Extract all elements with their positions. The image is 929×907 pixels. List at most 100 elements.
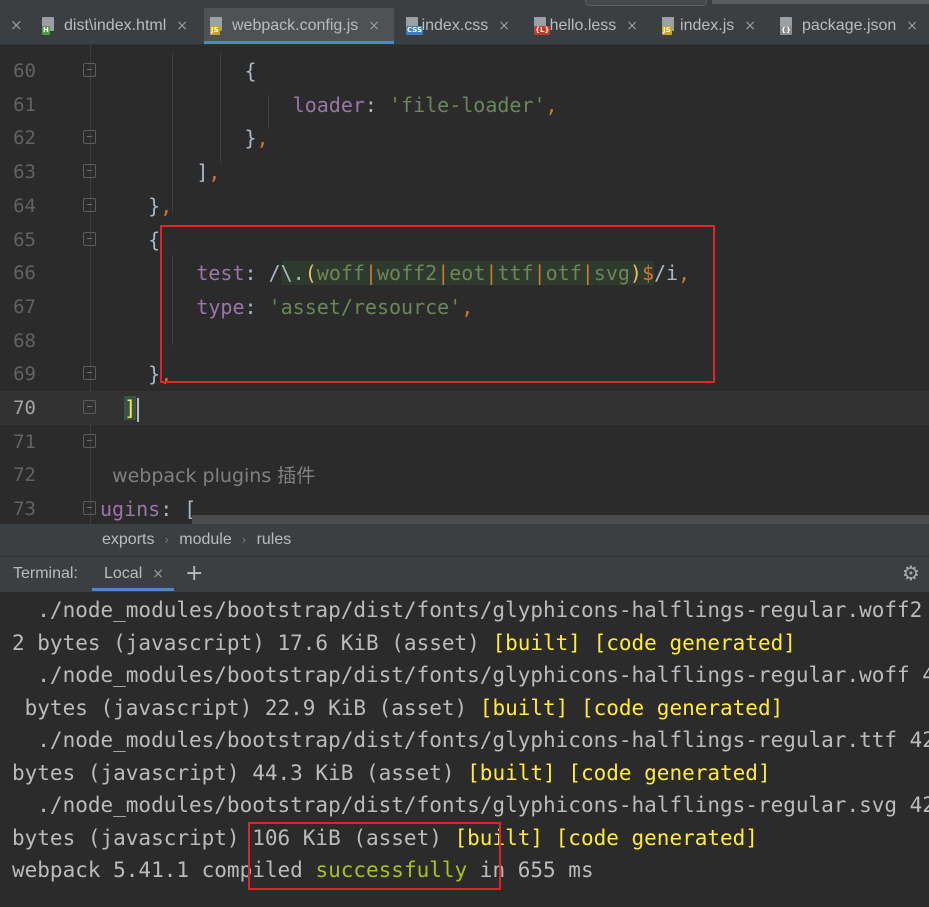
code-text: webpack plugins 插件 (100, 458, 315, 493)
fold-marker-icon[interactable] (83, 130, 96, 145)
chevron-right-icon: › (164, 533, 170, 547)
terminal-line: 2 bytes (javascript) 17.6 KiB (asset) [b… (12, 627, 796, 659)
line-number: 65 (13, 228, 36, 251)
close-icon[interactable]: × (176, 18, 188, 34)
breadcrumb-item[interactable]: exports (102, 531, 154, 549)
code-token: loader (292, 92, 365, 117)
code-line: 70 ] (0, 391, 929, 425)
file-type-badge: JS (662, 26, 672, 35)
gear-icon[interactable]: ⚙ (902, 561, 920, 585)
editor-tab-bar: × Hdist\index.html × JS webpack.config.js × C… (0, 0, 929, 45)
code-text: { (100, 223, 160, 257)
fold-marker-icon[interactable] (83, 366, 96, 381)
tab-webpack-config-js[interactable]: JS webpack.config.js × (204, 8, 394, 44)
tab-label: hello.less (549, 17, 617, 34)
code-text: ugins: [ (100, 492, 196, 524)
file-type-badge: {} (780, 26, 792, 35)
code-token: , (545, 92, 558, 117)
json-file-icon: {} (780, 17, 796, 35)
run-config-selector[interactable] (585, 0, 707, 6)
code-text: loader: 'file-loader', (100, 88, 558, 122)
code-token: 'file-loader' (389, 92, 546, 117)
terminal-line: ./node_modules/bootstrap/dist/fonts/glyp… (12, 724, 929, 756)
fold-marker-icon[interactable] (83, 231, 96, 246)
terminal-line: ./node_modules/bootstrap/dist/fonts/glyp… (12, 594, 929, 626)
code-token: webpack plugins 插件 (100, 465, 316, 488)
file-type-badge: H (42, 26, 50, 35)
fold-marker-icon[interactable] (83, 63, 96, 77)
breadcrumb: exports › module › rules (0, 524, 929, 556)
tab-hello-less[interactable]: {L} hello.less × (528, 8, 638, 44)
code-token: { (100, 227, 161, 252)
file-type-badge: JS (210, 26, 220, 35)
close-icon[interactable]: × (906, 18, 918, 34)
tab-label: package.json (802, 17, 897, 34)
terminal-token: [built] [code generated] (492, 630, 796, 655)
terminal-line: ./node_modules/bootstrap/dist/fonts/glyp… (12, 789, 929, 821)
code-line: 72 webpack plugins 插件 (0, 458, 929, 492)
fold-marker-icon[interactable] (83, 164, 96, 179)
close-icon[interactable]: × (498, 18, 510, 34)
tab-package-json[interactable]: {} package.json × (774, 8, 924, 44)
code-token: { (100, 59, 257, 83)
code-token: , (160, 193, 173, 218)
code-line: 64 }, (0, 189, 929, 223)
code-token: : (364, 92, 389, 117)
code-token: } (100, 193, 161, 218)
terminal-token: [built] [code generated] (479, 695, 784, 720)
line-number: 73 (13, 498, 36, 521)
terminal-token: ./node_modules/bootstrap/dist/fonts/glyp… (12, 793, 929, 817)
line-number: 71 (13, 430, 36, 453)
fold-marker-icon[interactable] (83, 433, 96, 448)
close-icon[interactable]: × (152, 566, 164, 582)
close-icon[interactable]: × (10, 16, 23, 34)
add-terminal-icon[interactable]: + (185, 561, 203, 586)
annotation-box-rule (160, 225, 715, 383)
tab-index-css[interactable]: CSS index.css × (400, 8, 510, 44)
tab-label: dist\index.html (64, 17, 167, 34)
line-number: 68 (13, 329, 36, 352)
line-number: 72 (13, 464, 36, 487)
code-line: 60 { (0, 54, 929, 88)
terminal-token: ./node_modules/bootstrap/dist/fonts/glyp… (12, 728, 929, 752)
text-caret (137, 397, 140, 422)
line-number: 61 (13, 93, 36, 116)
tab-dist-index-html[interactable]: Hdist\index.html × (36, 8, 196, 44)
code-editor[interactable]: 60 {61 loader: 'file-loader', 62 }, 63 ], 6… (0, 45, 929, 524)
code-text: ] (100, 391, 140, 425)
code-line: 61 loader: 'file-loader', (0, 88, 929, 122)
close-icon[interactable]: × (744, 18, 756, 34)
tab-label: index.js (680, 17, 735, 34)
line-number: 69 (13, 363, 36, 386)
file-type-badge: {L} (534, 26, 551, 35)
line-number: 60 (13, 60, 36, 82)
tab-index-js[interactable]: JS index.js × (656, 8, 756, 44)
file-type-badge: CSS (406, 26, 424, 35)
css-file-icon: CSS (406, 17, 424, 35)
fold-marker-icon[interactable] (83, 501, 96, 516)
code-text: { (100, 54, 257, 88)
toolbar-edge (712, 0, 929, 4)
close-icon[interactable]: × (626, 18, 638, 34)
terminal-line: bytes (javascript) 22.9 KiB (asset) [bui… (12, 692, 784, 724)
chevron-right-icon: › (241, 533, 247, 547)
annotation-box-result (248, 822, 501, 890)
terminal-output[interactable]: ./node_modules/bootstrap/dist/fonts/glyp… (0, 592, 929, 907)
breadcrumb-item[interactable]: rules (257, 531, 292, 549)
code-text: ], (100, 155, 220, 189)
breadcrumb-item[interactable]: module (179, 531, 231, 549)
less-file-icon: {L} (534, 17, 551, 35)
code-token: ] (100, 160, 209, 185)
horizontal-scrollbar[interactable] (192, 515, 929, 524)
terminal-token: 2 bytes (javascript) 17.6 KiB (asset) (12, 630, 493, 655)
js-file-icon: JS (662, 17, 674, 35)
tab-local[interactable]: Local × (92, 557, 174, 591)
terminal-token: ./node_modules/bootstrap/dist/fonts/glyp… (12, 663, 929, 687)
fold-marker-icon[interactable] (83, 197, 96, 212)
line-number: 62 (13, 127, 36, 150)
close-icon[interactable]: × (368, 18, 380, 34)
terminal-title: Terminal: (13, 565, 78, 582)
code-token: } (100, 362, 161, 387)
fold-marker-icon[interactable] (83, 400, 96, 414)
terminal-tab-label: Local (104, 565, 143, 582)
